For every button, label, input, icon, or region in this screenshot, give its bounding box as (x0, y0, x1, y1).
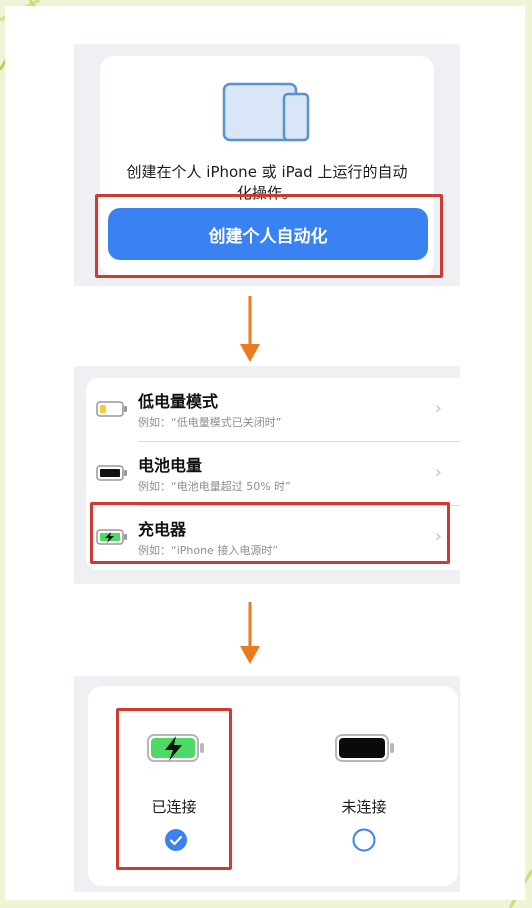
row-title: 低电量模式 (138, 392, 219, 411)
arrow-down-icon (240, 602, 260, 664)
row-subtitle: 例如：“低电量模式已关闭时” (138, 416, 282, 429)
list-item-battery-level[interactable]: 电池电量 例如：“电池电量超过 50% 时” › (86, 442, 460, 506)
battery-full-black-icon (335, 734, 394, 762)
highlight-charger-row (90, 502, 450, 564)
empty-circle-icon[interactable] (352, 828, 376, 852)
option-label: 未连接 (341, 798, 387, 816)
chevron-right-icon: › (434, 462, 442, 483)
row-title: 电池电量 (138, 456, 203, 475)
battery-icon (96, 465, 127, 481)
highlight-connected-option (116, 708, 232, 870)
chevron-right-icon: › (434, 398, 442, 419)
option-not-connected[interactable]: 未连接 (306, 708, 418, 868)
row-subtitle: 例如：“电池电量超过 50% 时” (138, 480, 291, 493)
list-item-low-power-mode[interactable]: 低电量模式 例如：“低电量模式已关闭时” › (86, 378, 460, 442)
low-battery-icon (96, 401, 127, 417)
ipad-iphone-icon (222, 82, 310, 142)
arrow-down-icon (240, 296, 260, 362)
create-personal-automation-button[interactable]: 创建个人自动化 (108, 208, 428, 260)
